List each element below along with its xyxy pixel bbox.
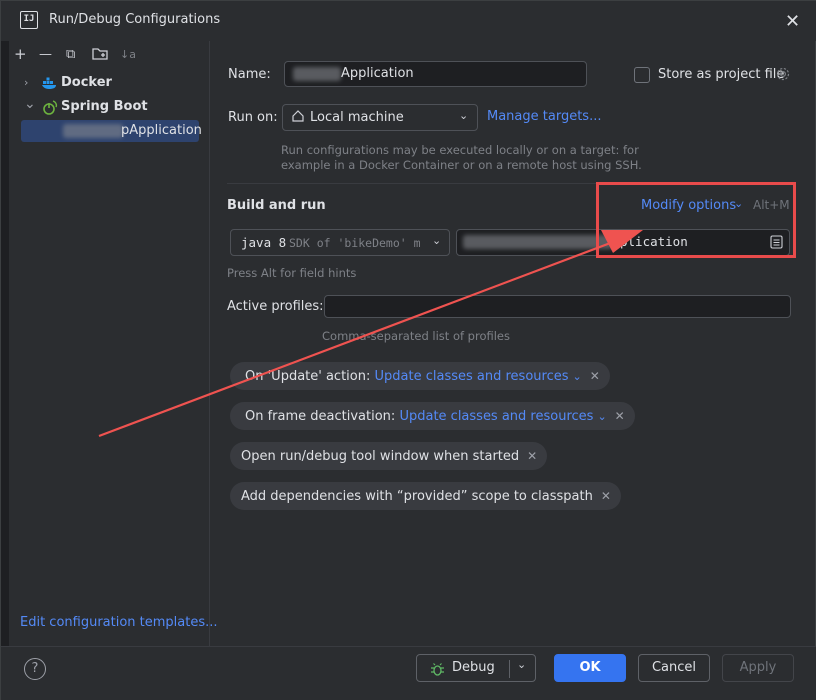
cancel-button[interactable]: Cancel xyxy=(638,654,710,682)
annotation-arrow xyxy=(98,230,643,438)
ok-button[interactable]: OK xyxy=(554,654,626,682)
run-debug-dialog: IJ Run/Debug Configurations ✕ + — ⧉ ↓a ›… xyxy=(0,0,816,700)
apply-button[interactable]: Apply xyxy=(722,654,794,682)
debug-button[interactable]: Debug ⌄ xyxy=(416,654,536,682)
debug-button-label: Debug xyxy=(452,660,495,675)
bug-icon xyxy=(430,661,445,687)
split-divider xyxy=(509,660,510,678)
chevron-down-icon[interactable]: ⌄ xyxy=(517,652,526,678)
help-icon[interactable]: ? xyxy=(24,658,46,680)
